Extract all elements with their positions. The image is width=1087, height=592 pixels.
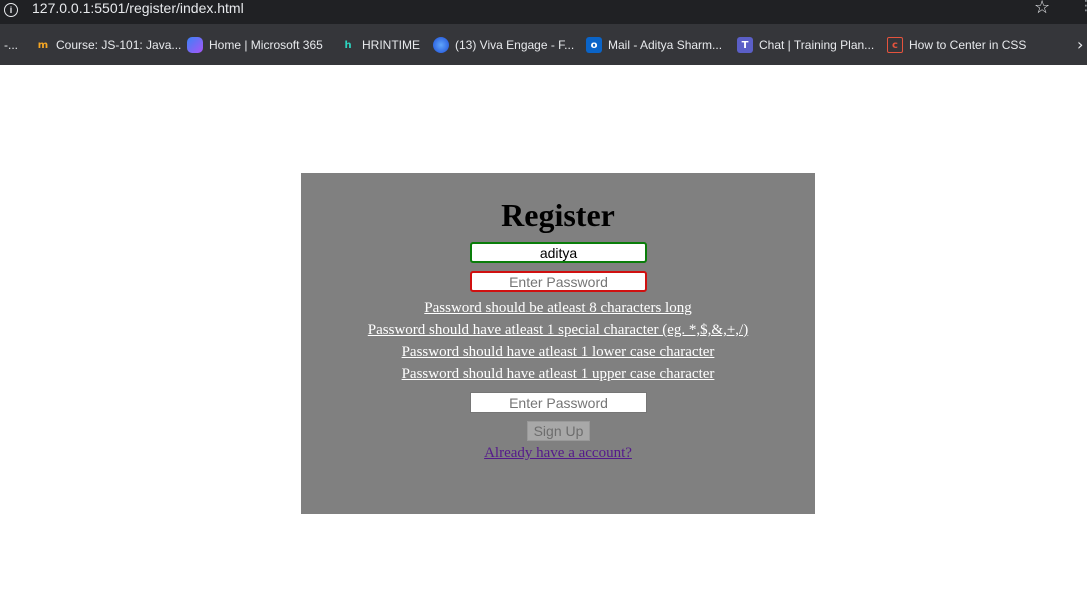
hrintime-icon: h [344, 39, 352, 51]
url-text[interactable]: 127.0.0.1:5501/register/index.html [32, 0, 244, 18]
bookmark-item[interactable]: (13) Viva Engage - F... [433, 37, 574, 53]
bookmark-label: How to Center in CSS [909, 38, 1027, 52]
outlook-icon: o [586, 37, 602, 53]
bookmark-item[interactable]: -... [4, 37, 18, 53]
bookmark-label: Course: JS-101: Java... [56, 38, 182, 52]
register-form: Register Password should be atleast 8 ch… [301, 173, 815, 514]
menu-edge-icon[interactable]: ⋮ [1079, 0, 1087, 14]
css-icon: c [887, 37, 903, 53]
bookmark-item[interactable]: h HRINTIME [340, 37, 420, 53]
password-rule-lowercase: Password should have atleast 1 lower cas… [401, 344, 715, 360]
bookmark-label: -... [4, 38, 18, 52]
confirm-password-input[interactable] [470, 392, 647, 413]
username-input[interactable] [470, 242, 647, 263]
bookmark-item[interactable]: Home | Microsoft 365 [187, 37, 323, 53]
bookmark-item[interactable]: c How to Center in CSS [887, 37, 1026, 53]
teams-icon: T [737, 37, 753, 53]
bookmark-label: HRINTIME [362, 38, 420, 52]
microsoft365-icon [187, 37, 203, 53]
bookmark-item[interactable]: o Mail - Aditya Sharm... [586, 37, 722, 53]
bookmarks-bar: -... m Course: JS-101: Java... Home | Mi… [0, 24, 1087, 65]
course-icon: m [37, 39, 49, 51]
bookmark-item[interactable]: T Chat | Training Plan... [737, 37, 874, 53]
bookmark-label: Home | Microsoft 365 [209, 38, 323, 52]
bookmark-item[interactable]: m Course: JS-101: Java... [34, 37, 182, 53]
password-rule-length: Password should be atleast 8 characters … [424, 300, 692, 316]
bookmark-label: Mail - Aditya Sharm... [608, 38, 723, 52]
address-bar: i 127.0.0.1:5501/register/index.html ☆ ⋮ [0, 0, 1087, 24]
login-link[interactable]: Already have a account? [301, 445, 815, 462]
bookmark-label: Chat | Training Plan... [759, 38, 875, 52]
more-bookmarks-icon[interactable]: › [1077, 35, 1083, 54]
bookmark-label: (13) Viva Engage - F... [455, 38, 575, 52]
page-title: Register [501, 197, 615, 233]
password-rule-special: Password should have atleast 1 special c… [367, 322, 749, 338]
viva-engage-icon [433, 37, 449, 53]
signup-button[interactable]: Sign Up [527, 421, 590, 441]
site-info-icon[interactable]: i [4, 3, 18, 17]
password-input[interactable] [470, 271, 647, 292]
password-rule-uppercase: Password should have atleast 1 upper cas… [401, 366, 715, 382]
bookmark-star-icon[interactable]: ☆ [1034, 0, 1050, 18]
